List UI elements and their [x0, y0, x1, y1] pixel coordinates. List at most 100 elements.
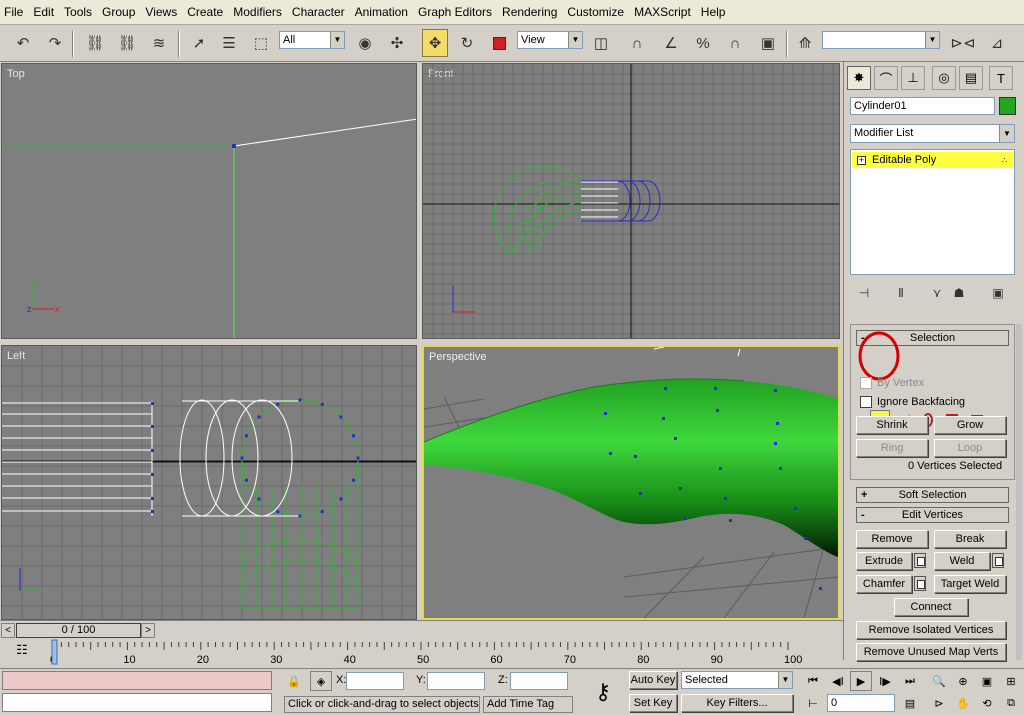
- edit-named-selection-icon[interactable]: ⟰: [792, 29, 818, 57]
- expand-icon[interactable]: +: [857, 155, 866, 165]
- menu-tools[interactable]: Tools: [64, 5, 98, 19]
- menu-graph-editors[interactable]: Graph Editors: [418, 5, 498, 19]
- select-and-link-icon[interactable]: ⛓: [82, 29, 108, 57]
- utilities-tab-icon[interactable]: T: [989, 66, 1013, 90]
- time-slider-thumb[interactable]: 0 / 100: [16, 623, 141, 638]
- maxscript-listener-pink[interactable]: [2, 671, 272, 690]
- select-and-scale-icon[interactable]: [486, 29, 512, 57]
- select-and-manipulate-icon[interactable]: ◉: [352, 29, 378, 57]
- time-configuration-icon[interactable]: ▤: [899, 693, 921, 713]
- pan-icon[interactable]: ✋: [952, 693, 974, 713]
- snap-3d-icon[interactable]: ∩: [624, 29, 650, 57]
- ignore-backfacing-checkbox[interactable]: [860, 396, 872, 408]
- next-frame-icon[interactable]: Ⅰ▶: [874, 671, 896, 691]
- spinner-snap-icon[interactable]: ∩: [722, 29, 748, 57]
- redo-icon[interactable]: ↷: [42, 29, 68, 57]
- viewport-perspective[interactable]: Perspective: [422, 345, 840, 620]
- absolute-mode-icon[interactable]: ◈: [310, 671, 332, 691]
- selection-filter-dropdown[interactable]: All ▼: [279, 31, 345, 49]
- menu-modifiers[interactable]: Modifiers: [233, 5, 288, 19]
- go-to-end-icon[interactable]: ⏭: [899, 671, 921, 691]
- object-name-field[interactable]: Cylinder01: [850, 97, 995, 115]
- track-bar[interactable]: ☷ 0102030405060708090100: [0, 638, 843, 668]
- maximize-viewport-icon[interactable]: ⧉: [1000, 693, 1022, 713]
- unlink-icon[interactable]: ⛓: [114, 29, 140, 57]
- chamfer-button[interactable]: Chamfer: [856, 575, 912, 593]
- make-unique-icon[interactable]: ⋎: [926, 283, 948, 303]
- extrude-settings-icon[interactable]: [914, 553, 926, 568]
- time-slider[interactable]: < 0 / 100 >: [0, 620, 843, 638]
- key-filters-button[interactable]: Key Filters...: [681, 694, 793, 712]
- next-frame-arrow-icon[interactable]: >: [141, 623, 155, 638]
- stack-item-editable-poly[interactable]: + Editable Poly ∴: [852, 152, 1013, 168]
- select-and-rotate-icon[interactable]: ↻: [454, 29, 480, 57]
- zoom-extents-icon[interactable]: ▣: [976, 671, 998, 691]
- named-selection-dropdown[interactable]: ▼: [822, 31, 940, 49]
- create-tab-icon[interactable]: ✸: [847, 66, 871, 90]
- object-color-swatch[interactable]: [999, 97, 1016, 115]
- key-mode-toggle-icon[interactable]: ⊢: [802, 693, 824, 713]
- display-tab-icon[interactable]: ▤: [959, 66, 983, 90]
- ring-button[interactable]: Ring: [856, 439, 928, 457]
- previous-frame-icon[interactable]: ◀Ⅰ: [827, 671, 849, 691]
- set-key-icon[interactable]: ⚷: [582, 673, 624, 711]
- menu-maxscript[interactable]: MAXScript: [634, 5, 697, 19]
- viewport-front[interactable]: Front: [422, 63, 840, 339]
- bind-space-warp-icon[interactable]: ≋: [146, 29, 172, 57]
- modifier-list-dropdown[interactable]: Modifier List ▼: [850, 124, 1015, 143]
- auto-key-button[interactable]: Auto Key: [629, 671, 677, 689]
- break-button[interactable]: Break: [934, 530, 1006, 548]
- angle-snap-icon[interactable]: ∠: [658, 29, 684, 57]
- connect-button[interactable]: Connect: [894, 598, 968, 616]
- motion-tab-icon[interactable]: ◎: [932, 66, 956, 90]
- select-by-name-icon[interactable]: ☰: [216, 29, 242, 57]
- viewport-top[interactable]: Top y x z: [1, 63, 417, 339]
- hierarchy-tab-icon[interactable]: ⊥: [901, 66, 925, 90]
- by-vertex-checkbox[interactable]: [860, 377, 872, 389]
- undo-icon[interactable]: ↶: [10, 29, 36, 57]
- zoom-extents-all-icon[interactable]: ⊞: [1000, 671, 1022, 691]
- edit-vertices-rollout-header[interactable]: - Edit Vertices: [856, 507, 1009, 523]
- menu-rendering[interactable]: Rendering: [502, 5, 563, 19]
- field-of-view-icon[interactable]: ⊳: [928, 693, 950, 713]
- menu-create[interactable]: Create: [187, 5, 229, 19]
- command-panel-scrollbar[interactable]: [1016, 324, 1022, 660]
- modify-tab-icon[interactable]: ⌒: [874, 66, 898, 90]
- show-end-result-icon[interactable]: Ⅱ: [890, 283, 912, 303]
- go-to-start-icon[interactable]: ⏮: [802, 671, 824, 691]
- configure-modifier-sets-icon[interactable]: ▣: [987, 283, 1009, 303]
- pivot-center-icon[interactable]: ◫: [588, 29, 614, 57]
- weld-button[interactable]: Weld: [934, 552, 990, 570]
- shrink-button[interactable]: Shrink: [856, 416, 928, 434]
- loop-button[interactable]: Loop: [934, 439, 1006, 457]
- zoom-icon[interactable]: 🔍: [928, 671, 950, 691]
- remove-button[interactable]: Remove: [856, 530, 928, 548]
- menu-character[interactable]: Character: [292, 5, 351, 19]
- select-object-icon[interactable]: ➚: [186, 29, 212, 57]
- lock-selection-icon[interactable]: 🔒: [283, 671, 305, 691]
- menu-group[interactable]: Group: [102, 5, 141, 19]
- zoom-all-icon[interactable]: ⊕: [952, 671, 974, 691]
- select-and-move-icon[interactable]: ✥: [422, 29, 448, 57]
- percent-snap-icon[interactable]: %: [690, 29, 716, 57]
- target-weld-button[interactable]: Target Weld: [934, 575, 1006, 593]
- remove-isolated-vertices-button[interactable]: Remove Isolated Vertices: [856, 621, 1006, 639]
- grow-button[interactable]: Grow: [934, 416, 1006, 434]
- key-mode-dropdown[interactable]: Selected ▼: [681, 671, 793, 689]
- material-editor-icon[interactable]: ▣: [755, 29, 781, 57]
- y-coordinate-field[interactable]: [427, 672, 485, 690]
- current-frame-field[interactable]: 0: [827, 694, 895, 712]
- mirror-icon[interactable]: ⊳⊲: [950, 29, 976, 57]
- viewport-left[interactable]: Left: [1, 345, 417, 620]
- x-coordinate-field[interactable]: [346, 672, 404, 690]
- play-icon[interactable]: ▶: [850, 671, 872, 691]
- menu-file[interactable]: File: [4, 5, 29, 19]
- align-icon[interactable]: ⊿: [984, 29, 1010, 57]
- weld-settings-icon[interactable]: [992, 553, 1004, 568]
- menu-animation[interactable]: Animation: [355, 5, 414, 19]
- soft-selection-rollout-header[interactable]: + Soft Selection: [856, 487, 1009, 503]
- add-time-tag-button[interactable]: Add Time Tag: [483, 696, 573, 713]
- extrude-button[interactable]: Extrude: [856, 552, 912, 570]
- maxscript-listener-white[interactable]: [2, 693, 272, 712]
- menu-edit[interactable]: Edit: [33, 5, 60, 19]
